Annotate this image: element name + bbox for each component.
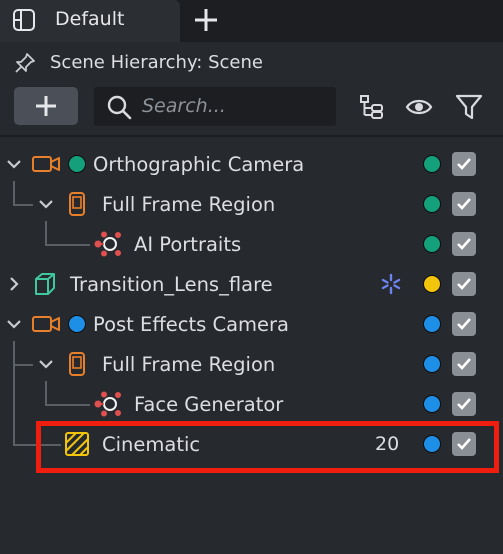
layer-color-dot[interactable] [423, 155, 441, 173]
filter-icon[interactable] [455, 93, 483, 121]
enabled-checkbox[interactable] [452, 152, 476, 176]
check-icon [457, 358, 471, 370]
check-icon [457, 158, 471, 170]
prefab-cube-icon [35, 273, 55, 295]
highlight-box [36, 421, 499, 473]
eye-icon[interactable] [405, 93, 433, 121]
layout-icon [13, 9, 35, 31]
camera-icon [32, 156, 60, 172]
enabled-checkbox[interactable] [452, 232, 476, 256]
sparkle-icon [381, 273, 401, 295]
type-dot [68, 155, 86, 173]
check-icon [457, 198, 471, 210]
check-icon [457, 238, 471, 250]
hierarchy-row[interactable]: AI Portraits [0, 224, 503, 264]
add-object-button[interactable] [14, 87, 78, 125]
hierarchy-row[interactable]: Orthographic Camera [0, 144, 503, 184]
check-icon [457, 398, 471, 410]
layer-color-dot[interactable] [423, 355, 441, 373]
plus-icon [36, 96, 56, 116]
search-icon [107, 95, 132, 120]
tab-bar: Default [0, 0, 503, 42]
enabled-checkbox[interactable] [452, 352, 476, 376]
layer-color-dot[interactable] [423, 235, 441, 253]
hierarchy-row[interactable]: Transition_Lens_flare [0, 264, 503, 304]
check-icon [457, 278, 471, 290]
row-label: Full Frame Region [102, 353, 276, 376]
check-icon [457, 318, 471, 330]
hierarchy-row[interactable]: Full Frame Region [0, 344, 503, 384]
enabled-checkbox[interactable] [452, 272, 476, 296]
tab-default[interactable]: Default [0, 0, 180, 42]
chevron-down-icon[interactable] [36, 194, 56, 214]
row-label: Orthographic Camera [93, 153, 305, 176]
camera-icon [32, 316, 60, 332]
hierarchy-row[interactable]: Full Frame Region [0, 184, 503, 224]
add-tab-icon[interactable] [192, 6, 220, 34]
search-box [94, 87, 336, 126]
row-label: Transition_Lens_flare [70, 273, 273, 296]
chevron-down-icon[interactable] [4, 314, 24, 334]
enabled-checkbox[interactable] [452, 192, 476, 216]
pin-icon[interactable] [14, 52, 36, 74]
search-input[interactable] [142, 93, 327, 119]
layer-color-dot[interactable] [423, 275, 441, 293]
chevron-down-icon[interactable] [36, 354, 56, 374]
layer-color-dot[interactable] [423, 195, 441, 213]
frame-region-icon [69, 352, 85, 376]
chevron-down-icon[interactable] [4, 154, 24, 174]
tab-label: Default [55, 8, 125, 30]
type-dot [68, 315, 86, 333]
ml-component-icon [94, 231, 121, 257]
toolbar-divider [0, 135, 503, 137]
frame-region-icon [69, 192, 85, 216]
panel-header: Scene Hierarchy: Scene [0, 42, 503, 82]
ml-component-icon [94, 391, 121, 417]
row-label: Post Effects Camera [93, 313, 289, 336]
row-label: Face Generator [134, 393, 284, 416]
enabled-checkbox[interactable] [452, 312, 476, 336]
layer-color-dot[interactable] [423, 315, 441, 333]
panel-title: Scene Hierarchy: Scene [50, 52, 263, 73]
chevron-right-icon[interactable] [4, 274, 24, 294]
row-label: AI Portraits [134, 233, 242, 256]
hierarchy-row[interactable]: Face Generator [0, 384, 503, 424]
hierarchy-icon[interactable] [358, 93, 386, 121]
hierarchy-row[interactable]: Post Effects Camera [0, 304, 503, 344]
row-label: Full Frame Region [102, 193, 276, 216]
layer-color-dot[interactable] [423, 395, 441, 413]
enabled-checkbox[interactable] [452, 392, 476, 416]
